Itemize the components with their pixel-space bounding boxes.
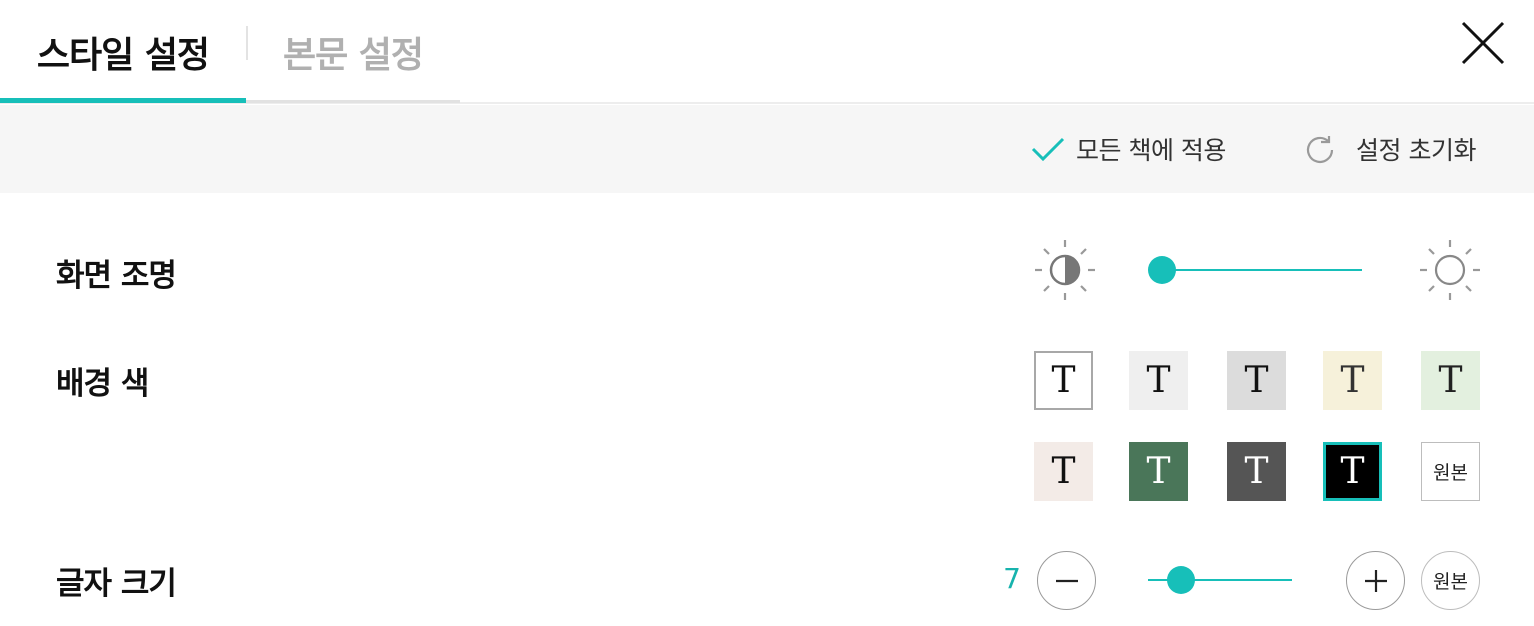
font-size-label: 글자 크기 — [56, 566, 177, 602]
brightness-slider-thumb[interactable] — [1147, 256, 1176, 284]
minus-icon — [1055, 579, 1078, 582]
apply-all-books-button[interactable]: 모든 책에 적용 — [1030, 105, 1226, 193]
close-icon — [1461, 21, 1505, 65]
checkmark-icon — [1031, 137, 1065, 162]
tab-style-settings[interactable]: 스타일 설정 — [0, 0, 246, 104]
bg-swatch-green[interactable]: T — [1129, 442, 1188, 501]
active-tab-indicator — [0, 98, 246, 103]
background-color-label: 배경 색 — [56, 366, 149, 402]
font-size-value: 7 — [1003, 562, 1021, 595]
tab-body-settings[interactable]: 본문 설정 — [246, 0, 460, 104]
swatch-glyph: T — [1146, 451, 1171, 492]
bg-swatch-gray[interactable]: T — [1227, 351, 1286, 410]
bg-swatch-white[interactable]: T — [1034, 351, 1093, 410]
apply-all-books-label: 모든 책에 적용 — [1076, 136, 1226, 165]
swatch-glyph: T — [1244, 360, 1269, 401]
font-size-slider[interactable] — [1148, 566, 1292, 594]
bg-swatch-dark-gray[interactable]: T — [1227, 442, 1286, 501]
close-button[interactable] — [1458, 18, 1508, 68]
bg-swatch-light-gray[interactable]: T — [1129, 351, 1188, 410]
font-size-original-button[interactable]: 원본 — [1421, 551, 1480, 610]
brightness-high-icon — [1420, 240, 1480, 300]
bg-swatch-pink-beige[interactable]: T — [1034, 442, 1093, 501]
increase-font-button[interactable] — [1346, 551, 1405, 610]
swatch-glyph: T — [1438, 360, 1463, 401]
bg-swatch-black[interactable]: T — [1323, 442, 1382, 501]
decrease-font-button[interactable] — [1037, 551, 1096, 610]
font-size-slider-thumb[interactable] — [1167, 566, 1196, 594]
plus-icon — [1364, 569, 1387, 592]
brightness-slider[interactable] — [1147, 256, 1362, 284]
inactive-tab-indicator — [246, 100, 460, 103]
settings-header: 스타일 설정 본문 설정 — [0, 0, 1534, 104]
swatch-glyph: T — [1340, 360, 1365, 401]
bg-swatch-mint[interactable]: T — [1421, 351, 1480, 410]
font-size-original-label: 원본 — [1433, 572, 1468, 593]
reset-settings-button[interactable]: 설정 초기화 — [1304, 105, 1476, 193]
swatch-glyph: T — [1146, 360, 1171, 401]
brightness-track — [1149, 269, 1362, 271]
action-bar: 모든 책에 적용 설정 초기화 — [0, 105, 1534, 193]
reset-settings-label: 설정 초기화 — [1356, 136, 1476, 165]
refresh-icon — [1306, 136, 1334, 163]
original-swatch-label: 원본 — [1433, 463, 1468, 484]
swatch-glyph: T — [1051, 451, 1076, 492]
brightness-low-icon — [1035, 240, 1095, 300]
swatch-glyph: T — [1051, 360, 1076, 401]
bg-swatch-cream[interactable]: T — [1323, 351, 1382, 410]
brightness-label: 화면 조명 — [56, 258, 177, 294]
swatch-glyph: T — [1244, 451, 1269, 492]
swatch-glyph: T — [1340, 451, 1365, 492]
bg-swatch-original[interactable]: 원본 — [1421, 442, 1480, 501]
